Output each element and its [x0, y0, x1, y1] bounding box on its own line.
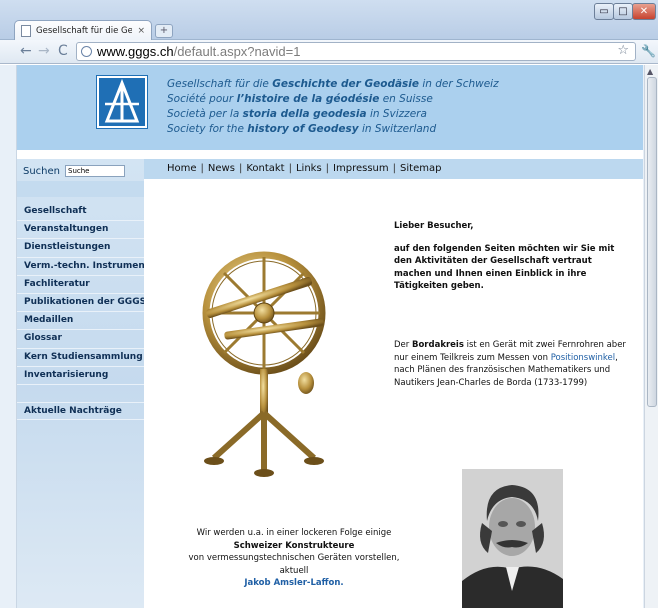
sidebar-item-dienstleistungen[interactable]: Dienstleistungen	[17, 239, 144, 258]
sidebar: Suchen Gesellschaft Veranstaltungen Dien…	[17, 159, 155, 608]
banner-divider	[17, 150, 643, 159]
intro-line: aktuell	[279, 565, 309, 576]
top-navigation: Home | News | Kontakt | Links | Impressum | Sitema…	[144, 159, 643, 179]
tab-title: Gesellschaft für die Gesc...	[36, 26, 133, 36]
browser-toolbar: ← → C www.gggs.ch/default.aspx?navid=1 ☆…	[0, 40, 658, 64]
sidebar-item-instrumente[interactable]: Verm.-techn. Instrumente	[17, 258, 155, 276]
nav-link-links[interactable]: Links	[296, 163, 322, 174]
scroll-up-icon[interactable]: ▲	[647, 67, 653, 76]
nav-link-home[interactable]: Home	[167, 163, 197, 174]
browser-tab[interactable]: Gesellschaft für die Gesc... ×	[14, 20, 152, 41]
nav-separator: |	[392, 163, 397, 174]
motto-fr: Société pour l’histoire de la géodésie e…	[167, 93, 433, 105]
new-tab-button[interactable]: +	[155, 24, 173, 38]
back-arrow-icon[interactable]: ←	[20, 43, 32, 59]
sidebar-item-medaillen[interactable]: Medaillen	[17, 312, 144, 331]
close-window-button[interactable]: ✕	[632, 3, 656, 20]
motto-de: Gesellschaft für die Geschichte der Geod…	[167, 78, 499, 90]
nav-separator: |	[200, 163, 204, 174]
society-mottos: Gesellschaft für die Geschichte der Geod…	[167, 77, 499, 137]
main-content: Lieber Besucher, auf den folgenden Seite…	[144, 179, 643, 608]
tab-close-icon[interactable]: ×	[137, 26, 145, 36]
intro-line: Wir werden u.a. in einer lockeren Folge …	[196, 528, 392, 538]
amsler-laffon-portrait	[462, 469, 563, 608]
nav-separator: |	[238, 163, 243, 174]
swiss-constructors-term: Schweizer Konstrukteure	[233, 540, 355, 551]
sidebar-item-veranstaltungen[interactable]: Veranstaltungen	[17, 221, 144, 240]
bordakreis-instrument-image	[202, 251, 326, 477]
url-host: www.gggs.ch	[97, 44, 174, 59]
scrollbar-thumb[interactable]	[647, 77, 657, 407]
web-page: Gesellschaft für die Geschichte der Geod…	[16, 65, 643, 608]
motto-en: Society for the history of Geodesy in Sw…	[167, 123, 437, 135]
constructors-intro: Wir werden u.a. in einer lockeren Folge …	[144, 527, 444, 590]
wrench-icon[interactable]: 🔧	[641, 44, 656, 58]
intro-line: von vermessungstechnischen Geräten vorst…	[188, 553, 400, 563]
nav-separator: |	[288, 163, 292, 174]
forward-arrow-icon[interactable]: →	[38, 43, 50, 59]
motto-it: Società per la storia della geodesia in …	[167, 108, 427, 120]
browser-viewport: Gesellschaft für die Geschichte der Geod…	[0, 65, 658, 608]
sidebar-item-inventarisierung[interactable]: Inventarisierung	[17, 367, 144, 385]
globe-icon	[81, 46, 92, 57]
bookmark-star-icon[interactable]: ☆	[617, 43, 629, 58]
search-row: Suchen	[23, 165, 126, 177]
amsler-laffon-link[interactable]: Jakob Amsler-Laffon.	[244, 578, 343, 588]
maximize-button[interactable]: □	[613, 3, 633, 20]
sidebar-item-publikationen[interactable]: Publikationen der GGGS	[17, 294, 146, 313]
page-icon	[21, 25, 31, 37]
search-input[interactable]	[65, 165, 126, 177]
sidebar-item-nachtraege[interactable]: Aktuelle Nachträge	[17, 402, 144, 420]
sidebar-menu: Gesellschaft Veranstaltungen Dienstleist…	[17, 203, 155, 385]
positionswinkel-link[interactable]: Positionswinkel	[551, 353, 615, 363]
nav-link-sitemap[interactable]: Sitemap	[400, 163, 441, 174]
minimize-button[interactable]: ▭	[594, 3, 614, 20]
nav-link-impressum[interactable]: Impressum	[333, 163, 389, 174]
bordakreis-description: Der Bordakreis ist en Gerät mit zwei Fer…	[394, 340, 626, 388]
sidebar-item-gesellschaft[interactable]: Gesellschaft	[17, 203, 144, 222]
nav-link-news[interactable]: News	[208, 163, 235, 174]
welcome-text: Lieber Besucher, auf den folgenden Seite…	[394, 220, 624, 293]
url-path: /default.aspx?navid=1	[173, 44, 301, 59]
sidebar-item-fachliteratur[interactable]: Fachliteratur	[17, 276, 144, 294]
sidebar-item-glossar[interactable]: Glossar	[17, 330, 144, 349]
welcome-body: auf den folgenden Seiten möchten wir Sie…	[394, 243, 615, 292]
welcome-heading: Lieber Besucher,	[394, 221, 474, 231]
search-label: Suchen	[23, 165, 61, 177]
reload-icon[interactable]: C	[58, 43, 68, 59]
nav-separator: |	[325, 163, 330, 174]
sidebar-item-studiensammlung[interactable]: Kern Studiensammlung	[17, 349, 144, 367]
site-logo[interactable]	[97, 76, 147, 128]
search-band	[17, 181, 144, 197]
address-bar[interactable]: www.gggs.ch/default.aspx?navid=1 ☆	[76, 42, 636, 61]
bordakreis-term: Bordakreis	[411, 340, 464, 350]
nav-link-kontakt[interactable]: Kontakt	[246, 163, 284, 174]
site-banner: Gesellschaft für die Geschichte der Geod…	[17, 65, 643, 150]
vertical-scrollbar[interactable]: ▲	[644, 65, 658, 608]
browser-titlebar: Gesellschaft für die Gesc... × + ▭ □ ✕	[0, 0, 658, 41]
